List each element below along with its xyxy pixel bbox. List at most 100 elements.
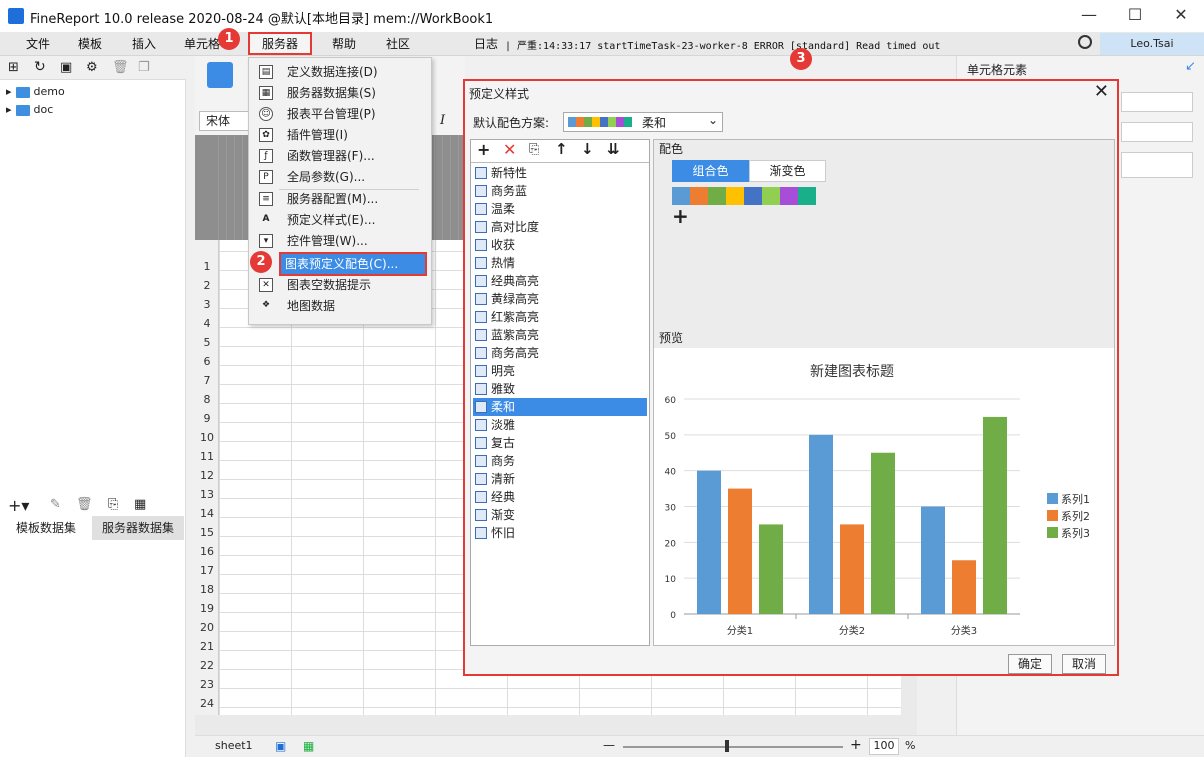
add-sheet-icon[interactable]: ▣ [275,739,286,753]
menu-item-server-config[interactable]: ≡ 服务器配置(M)... [255,189,427,209]
row-number[interactable]: 8 [195,393,219,406]
style-list-item[interactable]: 经典 [473,488,647,506]
row-number[interactable]: 17 [195,564,219,577]
row-number[interactable]: 4 [195,317,219,330]
zoom-slider[interactable] [623,746,843,748]
style-list-item[interactable]: 明亮 [473,362,647,380]
zoom-value[interactable]: 100 [869,738,899,755]
menu-insert[interactable]: 插入 [132,35,156,52]
menu-item-functions[interactable]: ƒ 函数管理器(F)... [255,146,427,166]
expand-icon[interactable]: ▸ [6,85,12,98]
tab-gradient-colors[interactable]: 渐变色 [749,160,826,182]
add-dataset-icon[interactable]: +▾ [8,496,29,515]
menu-item-chart-colors[interactable]: 图表预定义配色(C)... [279,252,427,276]
font-select[interactable]: 宋体 [199,111,255,131]
sheet-tab[interactable]: sheet1 [215,739,253,752]
delete-icon[interactable]: 🗑 [112,60,129,75]
tree-item-doc[interactable]: ▸ doc [6,103,53,116]
row-number[interactable]: 12 [195,469,219,482]
zoom-out-button[interactable]: — [603,738,615,752]
expand-icon[interactable]: ▸ [6,103,12,116]
palette-swatch[interactable] [672,187,690,205]
close-button[interactable]: ✕ [1158,0,1204,32]
pin-icon[interactable]: ↙ [1185,59,1196,74]
style-list-item[interactable]: 商务高亮 [473,344,647,362]
menu-item-plugins[interactable]: ✿ 插件管理(I) [255,125,427,145]
add-color-icon[interactable]: + [672,204,689,228]
tab-template-dataset[interactable]: 模板数据集 [0,516,92,540]
server-dataset-icon[interactable]: ▦ [134,497,146,512]
log-label[interactable]: 日志 [474,35,498,52]
menu-item-data-connection[interactable]: ▤ 定义数据连接(D) [255,62,427,82]
row-number[interactable]: 14 [195,507,219,520]
tree-item-demo[interactable]: ▸ demo [6,85,65,98]
row-number[interactable]: 9 [195,412,219,425]
row-number[interactable]: 21 [195,640,219,653]
new-folder-icon[interactable]: ⊞ [8,60,19,75]
row-number[interactable]: 16 [195,545,219,558]
menu-server[interactable]: 服务器 [248,32,312,55]
horizontal-scrollbar[interactable] [195,715,901,735]
menu-file[interactable]: 文件 [26,35,50,52]
property-field[interactable] [1121,92,1193,112]
property-select[interactable] [1121,122,1193,142]
style-list-item[interactable]: 柔和 [473,398,647,416]
copy-icon[interactable]: ⎘ [529,142,539,157]
row-number[interactable]: 1 [195,260,219,273]
italic-button[interactable]: I [440,113,445,128]
menu-item-predefined-style[interactable]: A 预定义样式(E)... [255,210,427,230]
style-list-item[interactable]: 高对比度 [473,218,647,236]
add-report-icon[interactable]: ▦ [303,739,314,753]
zoom-slider-handle[interactable] [725,740,729,752]
add-icon[interactable]: + [477,140,490,159]
tab-server-dataset[interactable]: 服务器数据集 [92,516,184,540]
style-list-item[interactable]: 新特性 [473,164,647,182]
style-list-item[interactable]: 淡雅 [473,416,647,434]
row-number[interactable]: 5 [195,336,219,349]
style-list-item[interactable]: 渐变 [473,506,647,524]
style-list-item[interactable]: 清新 [473,470,647,488]
menu-item-widgets[interactable]: ▾ 控件管理(W)... [255,231,427,251]
style-list-item[interactable]: 温柔 [473,200,647,218]
delete-icon[interactable]: 🗑 [76,497,93,512]
palette-swatch[interactable] [690,187,708,205]
palette-swatch[interactable] [780,187,798,205]
palette-swatch[interactable] [762,187,780,205]
row-number[interactable]: 6 [195,355,219,368]
property-field[interactable] [1121,152,1193,178]
row-number[interactable]: 13 [195,488,219,501]
style-list-item[interactable]: 经典高亮 [473,272,647,290]
preview-icon[interactable]: ⎘ [108,497,118,512]
style-list-item[interactable]: 怀旧 [473,524,647,542]
scheme-select[interactable]: 柔和 ⌄ [563,112,723,132]
style-list-item[interactable]: 收获 [473,236,647,254]
style-list-item[interactable]: 黄绿高亮 [473,290,647,308]
minimize-button[interactable]: — [1066,0,1112,32]
palette-swatch[interactable] [708,187,726,205]
locate-icon[interactable]: ▣ [60,60,72,75]
style-list-item[interactable]: 复古 [473,434,647,452]
row-number[interactable]: 3 [195,298,219,311]
remove-icon[interactable]: ✕ [503,140,516,159]
user-name[interactable]: Leo.Tsai [1100,33,1204,55]
copy-icon[interactable]: ❐ [138,60,150,75]
zoom-in-button[interactable]: + [850,737,862,753]
menu-template[interactable]: 模板 [78,35,102,52]
move-up-icon[interactable]: ↑ [555,140,568,158]
style-list-item[interactable]: 红紫高亮 [473,308,647,326]
menu-item-map-data[interactable]: ❖ 地图数据 [255,296,427,316]
menu-item-platform[interactable]: ☺ 报表平台管理(P) [255,104,427,124]
row-number[interactable]: 24 [195,697,219,710]
row-number[interactable]: 15 [195,526,219,539]
palette-swatch[interactable] [798,187,816,205]
menu-item-chart-empty[interactable]: ✕ 图表空数据提示 [255,275,427,295]
edit-icon[interactable]: ✎ [50,497,61,512]
menu-item-server-dataset[interactable]: ▦ 服务器数据集(S) [255,83,427,103]
maximize-button[interactable]: ☐ [1112,0,1158,32]
row-number[interactable]: 20 [195,621,219,634]
style-list-item[interactable]: 热情 [473,254,647,272]
tab-combined-colors[interactable]: 组合色 [672,160,749,182]
row-number[interactable]: 10 [195,431,219,444]
style-list-item[interactable]: 蓝紫高亮 [473,326,647,344]
style-list-item[interactable]: 商务 [473,452,647,470]
